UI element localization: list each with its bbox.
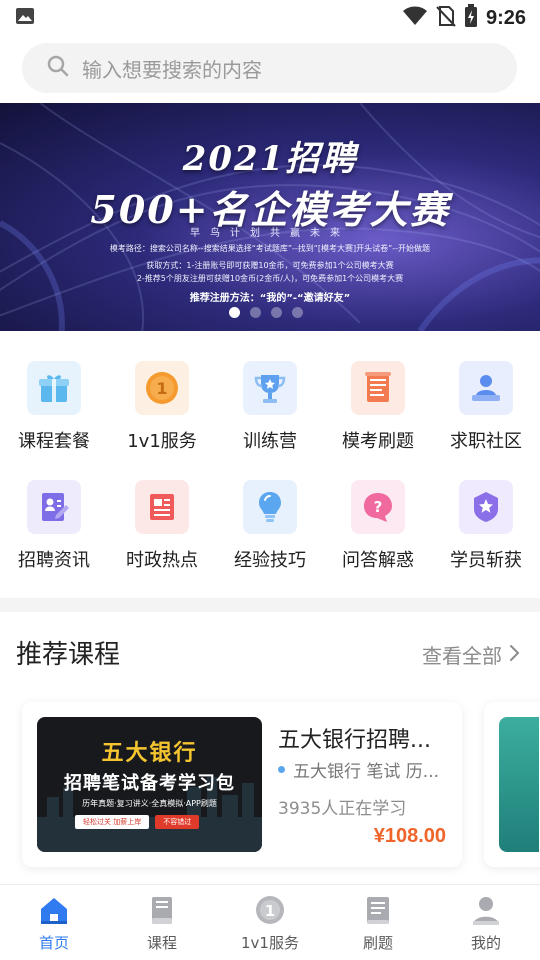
thumbnail-features: 历年真题·复习讲义·全真模拟·APP刷题 bbox=[82, 799, 217, 808]
grid-item-label: 经验技巧 bbox=[234, 550, 306, 571]
status-bar: 9:26 bbox=[0, 0, 540, 36]
nav-courses[interactable]: 课程 bbox=[108, 885, 216, 960]
grid-item-qa[interactable]: ? 问答解惑 bbox=[324, 474, 432, 574]
grid-item-experience-tips[interactable]: 经验技巧 bbox=[216, 474, 324, 574]
person-icon bbox=[469, 894, 503, 928]
lightbulb-icon bbox=[243, 480, 297, 534]
nav-home[interactable]: 首页 bbox=[0, 885, 108, 960]
grid-item-label: 问答解惑 bbox=[342, 550, 414, 571]
grid-item-course-package[interactable]: 课程套餐 bbox=[0, 355, 108, 455]
banner-slogan: 早鸟计划共赢未来 bbox=[190, 228, 350, 239]
course-price: ¥108.00 bbox=[373, 825, 446, 847]
banner-invite-text: 推荐注册方法：“我的”-“邀请好友” bbox=[189, 293, 351, 304]
nav-label: 1v1服务 bbox=[241, 934, 299, 952]
grid-item-job-community[interactable]: 求职社区 bbox=[432, 355, 540, 455]
no-sim-icon bbox=[436, 5, 456, 31]
nav-label: 首页 bbox=[38, 934, 69, 952]
search-icon bbox=[46, 54, 70, 82]
app-screen: 9:26 输入想要搜索的内容 2021招聘 500+名企模考大赛 早鸟计划共赢未… bbox=[0, 0, 540, 960]
grid-item-label: 课程套餐 bbox=[18, 431, 90, 452]
course-thumbnail: 五大银行 招聘笔试备考学习包 历年真题·复习讲义·全真模拟·APP刷题 轻松过关… bbox=[37, 717, 262, 852]
thumbnail-subtitle: 招聘笔试备考学习包 bbox=[64, 773, 235, 794]
course-card[interactable] bbox=[484, 702, 540, 867]
status-time: 9:26 bbox=[485, 6, 526, 29]
nav-label: 课程 bbox=[146, 934, 177, 952]
course-tags: 五大银行 笔试 历... bbox=[278, 757, 448, 782]
document-icon bbox=[361, 894, 395, 928]
nav-label: 刷题 bbox=[362, 934, 393, 952]
view-all-link[interactable]: 查看全部 bbox=[422, 640, 520, 669]
course-name: 五大银行招聘... bbox=[278, 728, 431, 753]
grid-item-label: 1v1服务 bbox=[127, 431, 197, 452]
resume-icon bbox=[27, 480, 81, 534]
grid-item-label: 学员斩获 bbox=[450, 550, 522, 571]
banner-method-line2: 2-推荐5个朋友注册可获赠10金币(2金币/人)，可免费参加1个公司模考大赛 bbox=[136, 274, 404, 283]
search-input[interactable]: 输入想要搜索的内容 bbox=[22, 43, 517, 93]
section-title: 推荐课程 bbox=[16, 640, 121, 670]
grid-item-label: 时政热点 bbox=[126, 550, 198, 571]
promo-banner[interactable]: 2021招聘 500+名企模考大赛 早鸟计划共赢未来 模考路径：搜索公司名称--… bbox=[0, 103, 540, 331]
course-tags-text: 五大银行 笔试 历... bbox=[293, 762, 440, 782]
tag-dot-icon bbox=[278, 766, 285, 773]
newspaper-icon bbox=[135, 480, 189, 534]
banner-method-line1: 获取方式：1-注册账号即可获赠10金币，可免费参加1个公司模考大赛 bbox=[146, 261, 394, 270]
trophy-icon bbox=[243, 361, 297, 415]
course-card[interactable]: 五大银行 招聘笔试备考学习包 历年真题·复习讲义·全真模拟·APP刷题 轻松过关… bbox=[22, 702, 462, 867]
carousel-dot[interactable] bbox=[271, 307, 282, 318]
banner-title-line1: 2021招聘 bbox=[182, 139, 358, 179]
carousel-dot[interactable] bbox=[292, 307, 303, 318]
banner-route-text: 模考路径：搜索公司名称--搜索结果选择“考试题库”--找到“[模考大赛]开头试卷… bbox=[109, 244, 431, 253]
thumbnail-title: 五大银行 bbox=[101, 741, 198, 766]
svg-text:1: 1 bbox=[265, 902, 275, 920]
course-thumbnail bbox=[499, 717, 539, 852]
nav-profile[interactable]: 我的 bbox=[432, 885, 540, 960]
one-coin-icon: 1 bbox=[135, 361, 189, 415]
grid-item-current-affairs[interactable]: 时政热点 bbox=[108, 474, 216, 574]
grid-item-student-achievements[interactable]: 学员斩获 bbox=[432, 474, 540, 574]
one-coin-icon: 1 bbox=[253, 894, 287, 928]
badge-icon bbox=[459, 480, 513, 534]
home-icon bbox=[37, 894, 71, 928]
grid-item-recruitment-news[interactable]: 招聘资讯 bbox=[0, 474, 108, 574]
grid-item-label: 招聘资讯 bbox=[18, 550, 90, 571]
nav-practice[interactable]: 刷题 bbox=[324, 885, 432, 960]
book-icon bbox=[145, 894, 179, 928]
nav-label: 我的 bbox=[470, 934, 501, 952]
grid-item-mock-exam[interactable]: 模考刷题 bbox=[324, 355, 432, 455]
course-learner-count: 3935人正在学习 bbox=[278, 799, 407, 819]
svg-text:?: ? bbox=[374, 498, 383, 516]
thumbnail-tag-dont-miss: 不容错过 bbox=[155, 815, 200, 829]
svg-text:1: 1 bbox=[156, 379, 167, 398]
battery-charging-icon bbox=[464, 4, 478, 32]
grid-item-label: 求职社区 bbox=[450, 431, 522, 452]
carousel-dot[interactable] bbox=[229, 307, 240, 318]
search-placeholder: 输入想要搜索的内容 bbox=[82, 57, 262, 82]
gift-icon bbox=[27, 361, 81, 415]
person-desk-icon bbox=[459, 361, 513, 415]
thumbnail-tag-pass: 轻松过关 加薪上岸 bbox=[75, 815, 150, 829]
view-all-label: 查看全部 bbox=[422, 644, 502, 668]
nav-1v1-service[interactable]: 1 1v1服务 bbox=[216, 885, 324, 960]
grid-item-1v1-service[interactable]: 1 1v1服务 bbox=[108, 355, 216, 455]
section-divider bbox=[0, 598, 540, 612]
wifi-icon bbox=[402, 5, 428, 31]
grid-item-label: 训练营 bbox=[243, 431, 297, 452]
grid-item-label: 模考刷题 bbox=[342, 431, 414, 452]
carousel-dot[interactable] bbox=[250, 307, 261, 318]
carousel-indicator bbox=[229, 307, 303, 318]
question-bubble-icon: ? bbox=[351, 480, 405, 534]
scroll-icon bbox=[351, 361, 405, 415]
image-icon bbox=[14, 5, 36, 31]
feature-grid: 课程套餐 1 1v1服务 训练营 模考刷题 求职社区 招聘资讯 时政热点 经验技… bbox=[0, 355, 540, 585]
chevron-right-icon bbox=[508, 643, 520, 667]
bottom-navigation: 首页 课程 1 1v1服务 刷题 我的 bbox=[0, 884, 540, 960]
grid-item-training-camp[interactable]: 训练营 bbox=[216, 355, 324, 455]
